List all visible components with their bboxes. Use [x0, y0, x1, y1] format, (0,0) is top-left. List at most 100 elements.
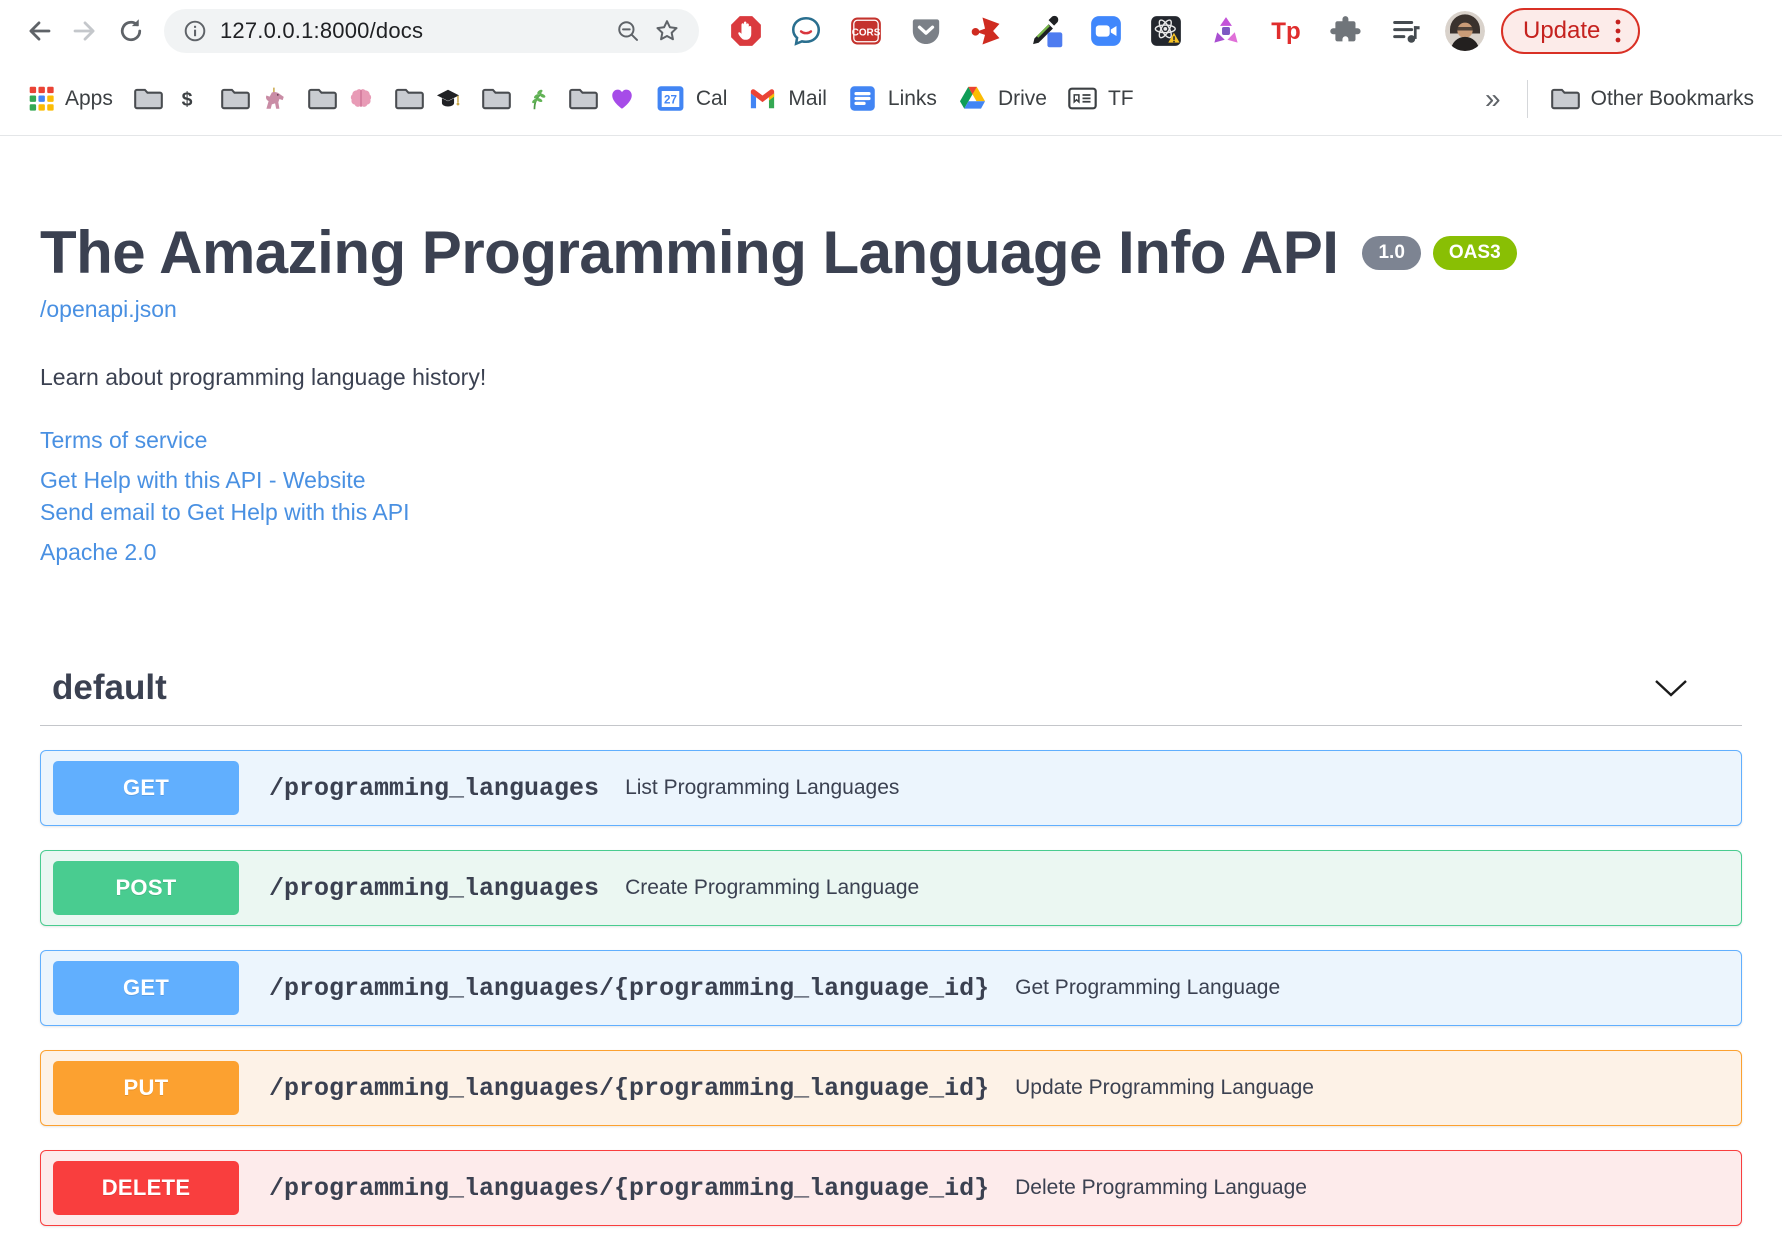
folder-icon — [481, 83, 512, 114]
svg-text:27: 27 — [664, 93, 677, 106]
bookmarks-bar: Apps $27 Cal Mail Links Drive TF » Other Bookmar… — [0, 62, 1782, 136]
endpoint-summary: Get Programming Language — [1015, 976, 1281, 999]
endpoint-summary: Update Programming Language — [1015, 1076, 1314, 1099]
section-default-header[interactable]: default — [40, 667, 1742, 709]
swagger-page: The Amazing Programming Language Info AP… — [0, 220, 1782, 1226]
gmail-icon — [747, 83, 778, 114]
svg-text:CORS: CORS — [852, 27, 881, 38]
folder-icon — [133, 83, 164, 114]
api-description: Learn about programming language history… — [40, 364, 487, 390]
media-queue-icon[interactable] — [1389, 14, 1423, 48]
openapi-json-link[interactable]: /openapi.json — [40, 294, 1742, 324]
brain-badge — [348, 86, 374, 112]
recycle-flower-icon[interactable] — [1209, 14, 1243, 48]
herb-badge — [522, 86, 548, 112]
endpoint-summary: Delete Programming Language — [1015, 1176, 1307, 1199]
method-badge: GET — [53, 761, 239, 815]
bookmark-calendar[interactable]: 27 Cal — [645, 77, 738, 120]
reload-button[interactable] — [108, 8, 154, 54]
method-badge: GET — [53, 961, 239, 1015]
react-devtools-icon[interactable] — [1149, 14, 1183, 48]
endpoint-row-put[interactable]: PUT/programming_languages/{programming_l… — [40, 1050, 1742, 1126]
api-title-row: The Amazing Programming Language Info AP… — [40, 220, 1742, 286]
bookmark-tf[interactable]: TF — [1057, 77, 1144, 120]
url-text: 127.0.0.1:8000/docs — [220, 18, 424, 43]
endpoint-summary: List Programming Languages — [625, 776, 900, 799]
bookmark-star-icon[interactable] — [653, 17, 681, 45]
bookmark-label: Drive — [997, 86, 1047, 110]
endpoint-path: /programming_languages — [269, 773, 600, 803]
bookmark-apps[interactable]: Apps — [18, 79, 123, 118]
endpoint-row-get[interactable]: GET/programming_languages List Programmin… — [40, 750, 1742, 826]
tp-icon[interactable]: Tp — [1269, 14, 1303, 48]
endpoint-row-delete[interactable]: DELETE/programming_languages/{programmin… — [40, 1150, 1742, 1226]
folder-icon — [394, 83, 425, 114]
stop-hand-icon[interactable] — [729, 14, 763, 48]
calendar-icon: 27 — [655, 83, 686, 114]
dollar-badge: $ — [174, 86, 200, 112]
back-button[interactable] — [16, 8, 62, 54]
more-menu-icon[interactable] — [1614, 17, 1622, 45]
method-badge: POST — [53, 861, 239, 915]
profile-avatar[interactable] — [1445, 11, 1485, 51]
section-title: default — [52, 668, 167, 707]
bookmark-other-bookmarks[interactable]: Other Bookmarks — [1540, 77, 1764, 120]
drive-icon — [957, 83, 988, 114]
extensions-row: CORS Tp — [729, 14, 1423, 48]
method-badge: PUT — [53, 1061, 239, 1115]
bookmark-folder-dollar[interactable]: $ — [123, 77, 210, 120]
bookmark-links[interactable]: Links — [837, 77, 947, 120]
eyedropper-icon[interactable] — [1029, 14, 1063, 48]
terms-of-service-link[interactable]: Terms of service — [40, 425, 1742, 455]
bookmarks-divider — [1526, 79, 1528, 118]
chat-bubble-icon[interactable] — [789, 14, 823, 48]
license-link[interactable]: Apache 2.0 — [40, 537, 1742, 567]
help-email-link[interactable]: Send email to Get Help with this API — [40, 497, 1742, 527]
folder-icon — [568, 83, 599, 114]
method-badge: DELETE — [53, 1161, 239, 1215]
svg-text:$: $ — [181, 88, 192, 110]
bookmark-mail[interactable]: Mail — [737, 77, 837, 120]
bookmark-label: Apps — [65, 86, 113, 110]
section-divider — [40, 725, 1742, 726]
page-title: The Amazing Programming Language Info AP… — [40, 219, 1339, 286]
bookmark-drive[interactable]: Drive — [947, 77, 1057, 120]
forward-button[interactable] — [62, 8, 108, 54]
bookmark-label: Other Bookmarks — [1590, 86, 1754, 110]
endpoint-row-get[interactable]: GET/programming_languages/{programming_l… — [40, 950, 1742, 1026]
pocket-icon[interactable] — [909, 14, 943, 48]
bookmark-label: Mail — [788, 86, 827, 110]
update-label: Update — [1523, 17, 1601, 44]
puzzle-icon[interactable] — [1329, 14, 1363, 48]
bookmarks-overflow-chevron[interactable]: » — [1471, 83, 1515, 115]
svg-text:Tp: Tp — [1271, 18, 1300, 45]
chevron-down-icon[interactable] — [1654, 679, 1688, 697]
browser-toolbar: 127.0.0.1:8000/docs CORS Tp Update — [0, 0, 1782, 62]
bookmark-folder-brain[interactable] — [297, 77, 384, 120]
endpoint-summary: Create Programming Language — [625, 876, 920, 899]
video-camera-icon[interactable] — [1089, 14, 1123, 48]
bookmark-folder-purple-heart[interactable] — [558, 77, 645, 120]
tf-card-icon — [1067, 83, 1098, 114]
endpoint-path: /programming_languages/{programming_lang… — [269, 1173, 990, 1203]
bookmark-label: Cal — [695, 86, 728, 110]
version-badge: 1.0 — [1362, 236, 1421, 270]
docs-icon — [847, 83, 878, 114]
help-website-link[interactable]: Get Help with this API - Website — [40, 465, 1742, 495]
url-bar[interactable]: 127.0.0.1:8000/docs — [164, 9, 699, 53]
red-share-icon[interactable] — [969, 14, 1003, 48]
update-button[interactable]: Update — [1501, 8, 1641, 54]
site-info-icon[interactable] — [182, 18, 208, 44]
bookmark-folder-herb[interactable] — [471, 77, 558, 120]
carousel-horse-badge — [261, 86, 287, 112]
cors-icon[interactable]: CORS — [849, 14, 883, 48]
apps-grid-icon — [28, 85, 55, 112]
bookmark-label: TF — [1107, 86, 1134, 110]
oas3-badge: OAS3 — [1432, 236, 1517, 270]
bookmark-label: Links — [887, 86, 937, 110]
zoom-out-icon[interactable] — [615, 18, 641, 44]
folder-icon — [1550, 83, 1581, 114]
bookmark-folder-carousel[interactable] — [210, 77, 297, 120]
bookmark-folder-graduation[interactable] — [384, 77, 471, 120]
endpoint-row-post[interactable]: POST/programming_languages Create Program… — [40, 850, 1742, 926]
